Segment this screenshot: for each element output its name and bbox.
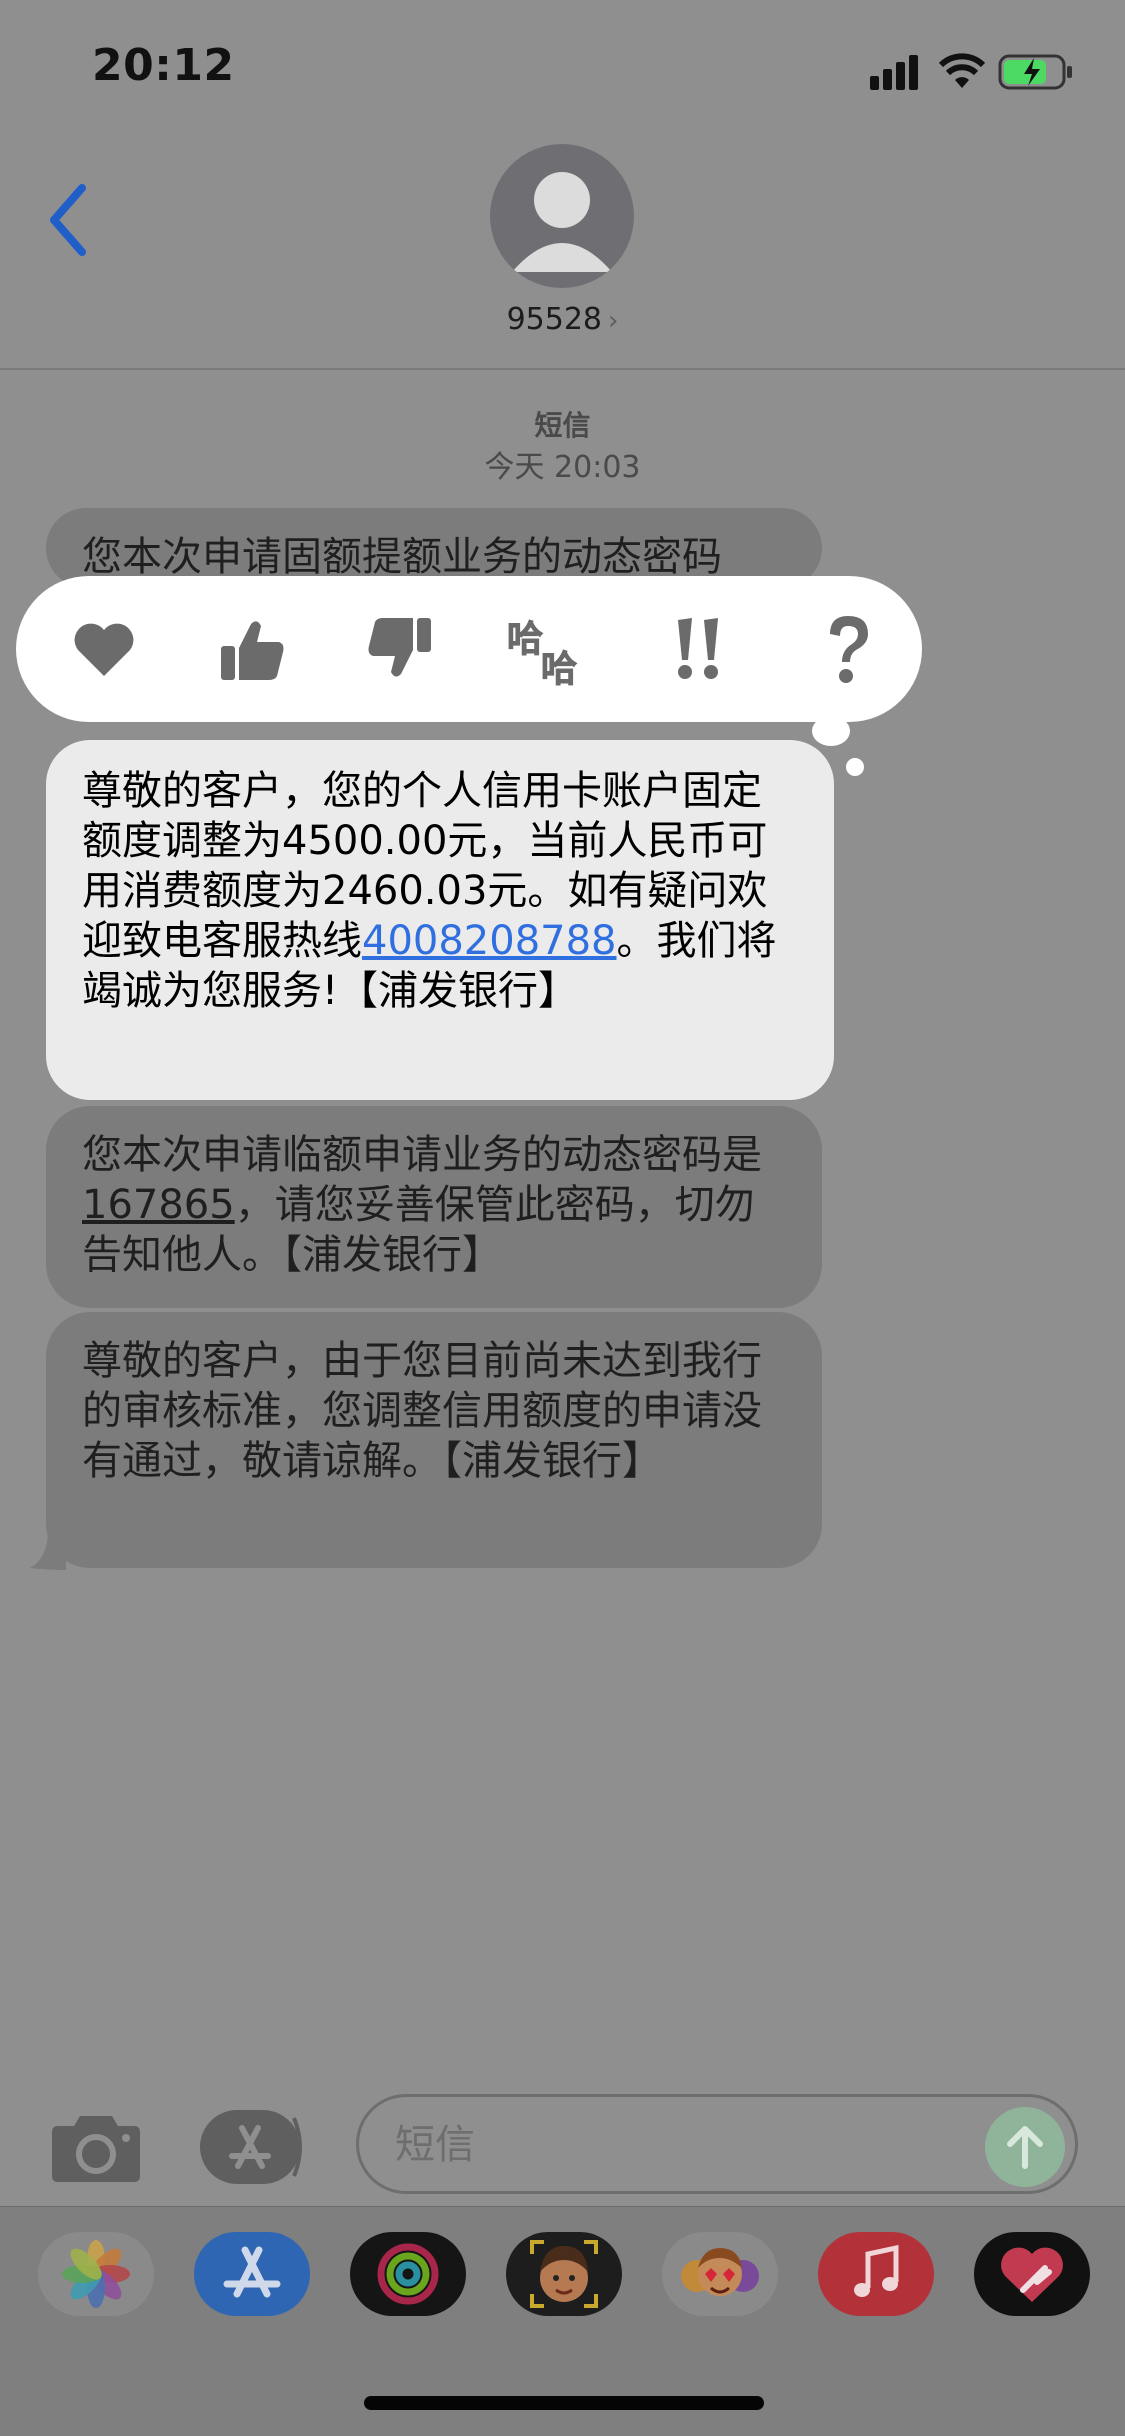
tapback-tail xyxy=(812,716,850,746)
svg-text:哈: 哈 xyxy=(507,619,543,660)
animoji-icon[interactable] xyxy=(662,2232,778,2316)
send-button[interactable] xyxy=(985,2107,1065,2187)
activity-icon[interactable] xyxy=(350,2232,466,2316)
bubble-tail xyxy=(30,1530,66,1570)
music-icon[interactable] xyxy=(818,2232,934,2316)
exclamation-icon[interactable] xyxy=(650,576,750,722)
cellular-signal-icon xyxy=(870,55,918,90)
battery-charging-icon xyxy=(998,54,1072,90)
verification-code[interactable]: 167865 xyxy=(82,1182,235,1228)
message-text: 您本次申请临额申请业务的动态密码是 xyxy=(82,1132,762,1178)
back-chevron-icon[interactable] xyxy=(44,180,94,260)
digital-touch-icon[interactable] xyxy=(974,2232,1090,2316)
camera-icon[interactable] xyxy=(50,2110,142,2184)
contact-name[interactable]: 95528 › xyxy=(0,302,1125,337)
app-store-icon[interactable] xyxy=(194,2232,310,2316)
photos-icon[interactable] xyxy=(38,2232,154,2316)
contact-number: 95528 xyxy=(506,302,603,337)
contact-avatar[interactable] xyxy=(490,144,634,288)
tapback-bar: 哈 哈 xyxy=(16,576,922,722)
phone-link[interactable]: 4008208788 xyxy=(362,918,617,964)
message-bubble-selected[interactable]: 尊敬的客户，您的个人信用卡账户固定额度调整为4500.00元，当前人民币可用消费… xyxy=(46,740,834,1100)
heart-icon[interactable] xyxy=(54,576,154,722)
chevron-right-icon: › xyxy=(608,306,619,336)
service-label: 短信 xyxy=(534,409,591,442)
app-store-icon xyxy=(200,2110,302,2184)
app-store-drawer-button[interactable] xyxy=(198,2108,308,2186)
message-text: 您本次申请固额提额业务的动态密码 xyxy=(82,534,722,580)
message-input[interactable] xyxy=(393,2097,957,2193)
message-bubble[interactable]: 您本次申请临额申请业务的动态密码是167865，请您妥善保管此密码，切勿告知他人… xyxy=(46,1106,822,1308)
message-bubble[interactable]: 尊敬的客户，由于您目前尚未达到我行的审核标准，您调整信用额度的申请没有通过，敬请… xyxy=(46,1312,822,1568)
question-icon[interactable] xyxy=(798,576,898,722)
haha-icon[interactable]: 哈 哈 xyxy=(500,576,600,722)
message-text: 尊敬的客户，由于您目前尚未达到我行的审核标准，您调整信用额度的申请没有通过，敬请… xyxy=(82,1338,762,1484)
tapback-tail xyxy=(846,758,864,776)
message-compose-field[interactable] xyxy=(356,2094,1078,2194)
wifi-icon xyxy=(938,53,986,88)
status-time: 20:12 xyxy=(92,40,235,91)
person-icon xyxy=(512,172,612,272)
home-indicator[interactable] xyxy=(364,2396,764,2410)
thumbs-up-icon[interactable] xyxy=(202,576,302,722)
thumbs-down-icon[interactable] xyxy=(350,576,450,722)
arrow-up-icon xyxy=(1007,2126,1043,2169)
message-timestamp: 今天 20:03 xyxy=(484,450,641,485)
svg-text:哈: 哈 xyxy=(541,649,577,687)
memoji-icon[interactable] xyxy=(506,2232,622,2316)
